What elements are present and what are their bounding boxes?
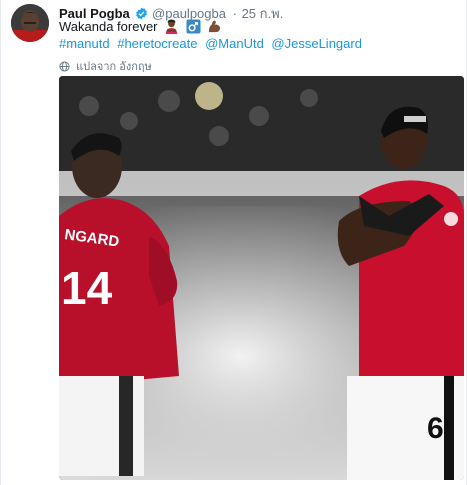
timestamp-link[interactable]: 25 ก.พ. bbox=[242, 6, 284, 21]
globe-icon bbox=[59, 61, 70, 75]
hashtag-heretocreate-link[interactable]: #heretocreate bbox=[117, 36, 197, 51]
mention-jesselingard-link[interactable]: @JesseLingard bbox=[271, 36, 362, 51]
right-jersey-number: 6 bbox=[427, 412, 444, 445]
left-jersey-number: 14 bbox=[61, 262, 113, 314]
mention-manutd-link[interactable]: @ManUtd bbox=[205, 36, 264, 51]
avatar[interactable] bbox=[11, 4, 49, 42]
hashtag-row: #manutd #heretocreate @ManUtd @JesseLing… bbox=[59, 36, 366, 52]
photo-image: NGARD 14 6 bbox=[59, 76, 464, 480]
hashtag-manutd-link[interactable]: #manutd bbox=[59, 36, 110, 51]
tweet-card[interactable]: Paul Pogba @paulpogba · 25 ก.พ. Wakanda … bbox=[0, 0, 467, 485]
translate-tweet-link[interactable]: แปลจาก อังกฤษ bbox=[59, 57, 152, 75]
avatar-image bbox=[11, 4, 49, 42]
tweet-body: Wakanda forever bbox=[59, 19, 158, 34]
tweet-photo[interactable]: NGARD 14 6 bbox=[59, 76, 464, 480]
translate-label: แปลจาก อังกฤษ bbox=[76, 61, 152, 73]
separator-dot: · bbox=[232, 6, 237, 21]
